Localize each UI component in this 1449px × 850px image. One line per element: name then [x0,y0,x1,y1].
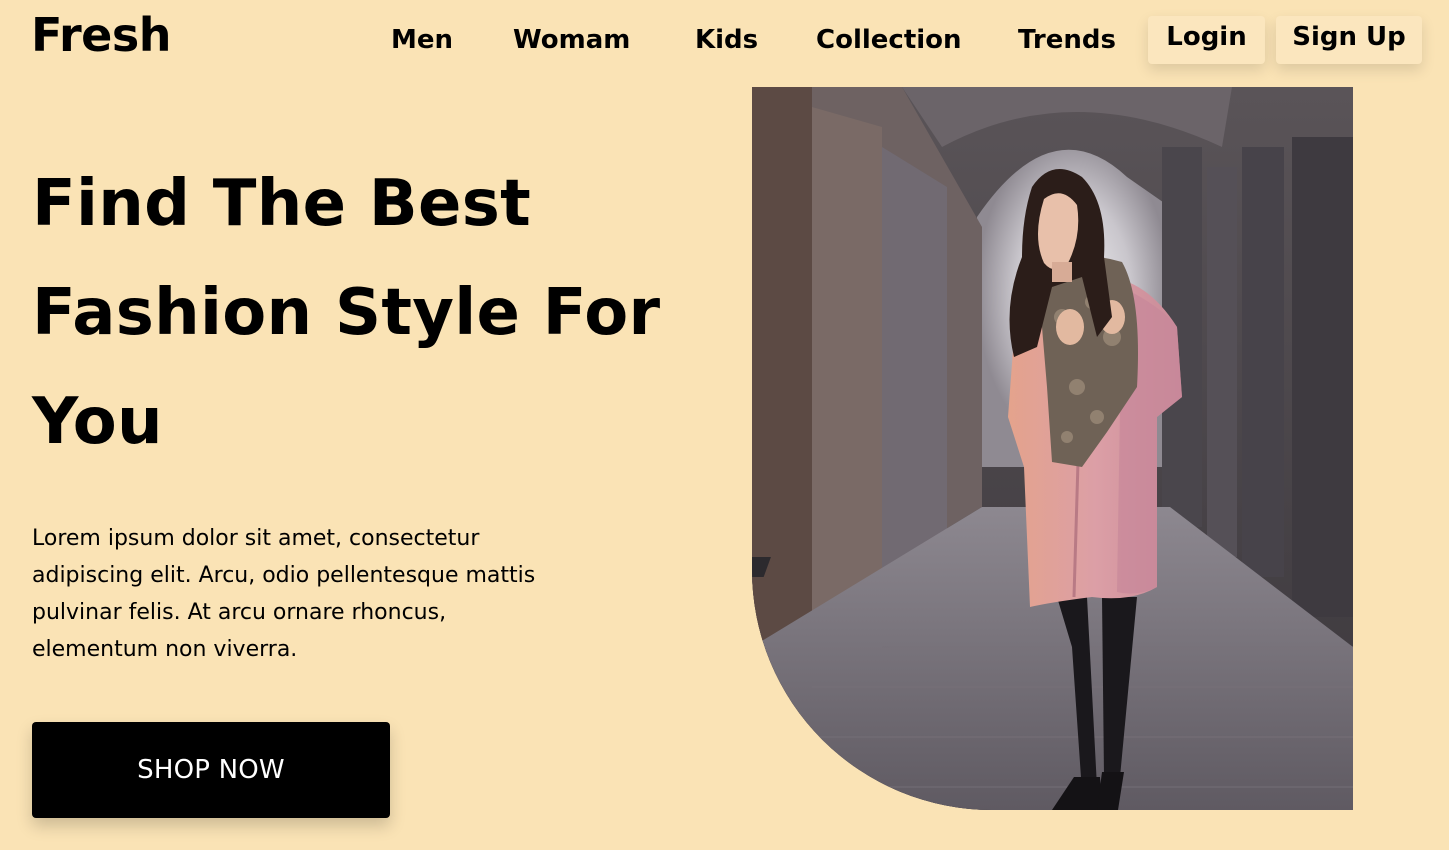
shop-now-button[interactable]: SHOP NOW [32,722,390,818]
nav-link-collection[interactable]: Collection [816,27,962,53]
nav-link-men[interactable]: Men [391,27,453,53]
nav-link-kids[interactable]: Kids [695,27,758,53]
hero-photo [752,87,1353,810]
login-button[interactable]: Login [1148,16,1265,64]
hero-title-line-1: Find The Best [32,167,531,241]
fashion-model-illustration [752,87,1353,810]
hero-title-line-3: You [32,385,163,459]
brand-logo[interactable]: Fresh [31,12,172,58]
hero-title: Find The Best Fashion Style For You [32,150,722,477]
nav-link-trends[interactable]: Trends [1018,27,1116,53]
landing-page: Fresh Men Womam Kids Collection Trends L… [0,0,1449,850]
hero-description: Lorem ipsum dolor sit amet, consectetur … [32,526,536,662]
nav-link-women[interactable]: Womam [513,27,630,53]
sign-up-button[interactable]: Sign Up [1276,16,1422,64]
hero-title-line-2: Fashion Style For [32,276,661,350]
